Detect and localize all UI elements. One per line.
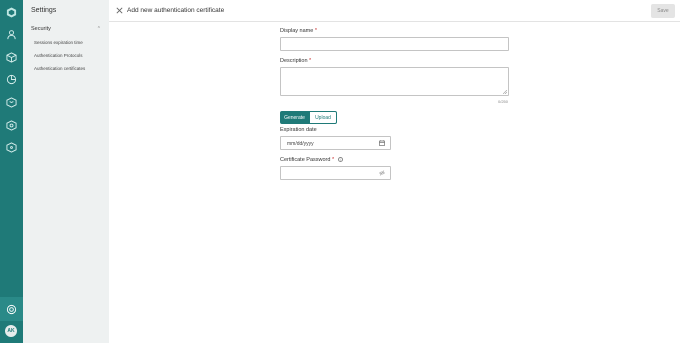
required-mark: * [314, 28, 317, 34]
display-name-label: Display name * [280, 28, 317, 34]
dialog-title: Add new authentication certificate [127, 7, 225, 14]
sidebar-item-authentication-protocols[interactable]: Authentication Protocols [34, 53, 83, 58]
required-mark: * [331, 157, 335, 163]
description-field[interactable] [280, 67, 509, 96]
chevron-up-icon: ⌃ [96, 26, 101, 32]
info-icon[interactable]: i [337, 157, 343, 163]
description-label-text: Description [280, 58, 308, 64]
box-icon[interactable] [4, 50, 19, 65]
app-rail: AK [0, 0, 23, 343]
certificate-password-label: Certificate Password * i [280, 157, 343, 163]
display-name-field[interactable] [280, 37, 509, 51]
settings-icon[interactable] [4, 302, 19, 317]
certificate-password-field[interactable] [280, 166, 391, 180]
expiration-date-field[interactable]: mm/dd/yyyy [280, 136, 391, 150]
calendar-icon[interactable] [379, 140, 385, 146]
generate-toggle[interactable]: Generate [280, 111, 309, 124]
description-counter: 0/250 [498, 99, 509, 104]
ai-icon[interactable] [4, 140, 19, 155]
settings-sidebar: Settings Security ⌃ Sessions expiration … [23, 0, 109, 343]
sidebar-section-security[interactable]: Security ⌃ [31, 26, 101, 32]
description-label: Description * [280, 58, 311, 64]
resize-handle-icon[interactable] [503, 90, 507, 94]
close-icon[interactable] [115, 6, 124, 15]
sidebar-title: Settings [31, 7, 57, 14]
sidebar-item-sessions-expiration[interactable]: Sessions expiration time [34, 40, 83, 45]
sidebar-section-label: Security [31, 26, 51, 32]
avatar[interactable]: AK [5, 325, 17, 337]
required-mark: * [309, 58, 312, 64]
users-icon[interactable] [4, 27, 19, 42]
certificate-password-label-text: Certificate Password [280, 157, 331, 163]
eye-off-icon[interactable] [379, 170, 385, 176]
layers-icon[interactable] [4, 95, 19, 110]
expiration-date-placeholder: mm/dd/yyyy [287, 141, 314, 147]
save-button[interactable]: Save [651, 4, 675, 18]
expiration-date-label: Expiration date [280, 127, 317, 133]
dialog-panel: Add new authentication certificate Save … [109, 0, 680, 343]
logo-icon[interactable] [4, 5, 19, 20]
upload-toggle[interactable]: Upload [309, 111, 337, 124]
pie-chart-icon[interactable] [4, 72, 19, 87]
sidebar-item-authentication-certificates[interactable]: Authentication certificates [34, 66, 85, 71]
display-name-label-text: Display name [280, 28, 314, 34]
dialog-header: Add new authentication certificate Save [109, 0, 680, 22]
shield-icon[interactable] [4, 118, 19, 133]
